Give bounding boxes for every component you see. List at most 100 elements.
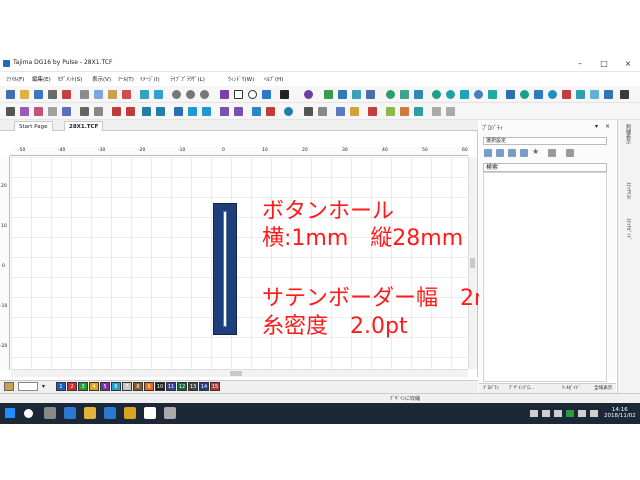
arrange-icon[interactable] (62, 107, 71, 116)
color-swatch-14[interactable]: 14 (199, 382, 209, 391)
text-a-icon[interactable] (112, 107, 121, 116)
text-b-icon[interactable] (126, 107, 135, 116)
check-box-icon[interactable] (590, 90, 599, 99)
undo-icon[interactable] (172, 90, 181, 99)
alphabetical-icon[interactable] (496, 149, 504, 157)
close-panel-icon[interactable]: × (605, 123, 610, 130)
grid-icon[interactable] (338, 90, 347, 99)
steps-icon[interactable] (80, 107, 89, 116)
dropdown-arrow-icon[interactable]: ▾ (42, 383, 45, 390)
menu-help[interactable]: ﾍﾙﾌﾟ(H) (264, 75, 283, 83)
save-icon[interactable] (34, 90, 43, 99)
sun-icon[interactable] (350, 107, 359, 116)
tab-start-page[interactable]: Start Page (14, 121, 53, 131)
heart-icon[interactable] (562, 90, 571, 99)
grid-view-icon[interactable] (520, 149, 528, 157)
dots-icon[interactable] (386, 90, 395, 99)
edge-browser-icon[interactable] (64, 407, 76, 419)
redo-icon[interactable] (186, 90, 195, 99)
color-swatch-3[interactable]: 3 (78, 382, 88, 391)
properties-page-icon[interactable] (548, 149, 556, 157)
search-icon[interactable] (24, 409, 33, 418)
side-tab-stitch-list[interactable]: ｽﾃｯﾁﾘｽﾄ (625, 182, 632, 200)
list-icon[interactable] (508, 149, 516, 157)
cluster-icon[interactable] (400, 90, 409, 99)
palette-icon[interactable] (4, 382, 14, 391)
tab-tool-guide[interactable]: ﾂｰﾙｶﾞｲﾄﾞ (562, 385, 580, 391)
zoom-icon[interactable] (304, 107, 313, 116)
tajima-app-icon[interactable] (144, 407, 156, 419)
current-color-box[interactable] (18, 382, 38, 391)
pen-icon[interactable] (220, 90, 229, 99)
delete-icon[interactable] (122, 90, 131, 99)
rectangle-icon[interactable] (234, 90, 243, 99)
preview-icon[interactable] (62, 90, 71, 99)
satin-icon[interactable] (188, 107, 197, 116)
tab-properties[interactable]: ﾌﾟﾛﾊﾟﾃｨ (483, 385, 499, 391)
color-swatch-8[interactable]: 8 (133, 382, 143, 391)
gem-icon[interactable] (432, 90, 441, 99)
disabled-tool-2-icon[interactable] (446, 107, 455, 116)
tray-icon[interactable] (542, 410, 550, 417)
merge-icon[interactable] (94, 107, 103, 116)
warning-icon[interactable] (266, 107, 275, 116)
color-swatch-9[interactable]: 9 (144, 382, 154, 391)
cap-icon[interactable] (576, 90, 585, 99)
wave-icon[interactable] (156, 107, 165, 116)
export-icon[interactable] (604, 90, 613, 99)
fill-icon[interactable] (366, 90, 375, 99)
menu-edit[interactable]: 編集(E) (32, 75, 51, 83)
volume-icon[interactable] (590, 410, 598, 417)
mail-icon[interactable] (124, 407, 136, 419)
tray-icon[interactable] (554, 410, 562, 417)
curve-icon[interactable] (234, 107, 243, 116)
network-icon[interactable] (578, 410, 586, 417)
export-stitch-icon[interactable] (414, 107, 423, 116)
store-icon[interactable] (104, 407, 116, 419)
color-swatch-1[interactable]: 1 (56, 382, 66, 391)
side-tab-stitch-guide[interactable]: ｽﾃｯﾁｶﾞｲﾄﾞ (625, 218, 632, 241)
align-icon[interactable] (48, 107, 57, 116)
file-explorer-icon[interactable] (84, 407, 96, 419)
maximize-button[interactable]: □ (592, 56, 616, 71)
open-folder-icon[interactable] (20, 90, 29, 99)
tray-icon[interactable] (530, 410, 538, 417)
color-swatch-12[interactable]: 12 (177, 382, 187, 391)
app-icon[interactable] (164, 407, 176, 419)
disabled-tool-icon[interactable] (432, 107, 441, 116)
tab-full-view[interactable]: 全域表示 (594, 385, 612, 391)
palette-icon[interactable] (386, 107, 395, 116)
print-icon[interactable] (48, 90, 57, 99)
color-swatch-11[interactable]: 11 (166, 382, 176, 391)
hash-icon[interactable] (414, 90, 423, 99)
cut-icon[interactable] (80, 90, 89, 99)
side-tab-embroidery-view[interactable]: 刺繍表示 (625, 124, 632, 144)
events-icon[interactable] (566, 149, 574, 157)
pointer-tool-icon[interactable] (20, 107, 29, 116)
menu-file[interactable]: ﾌｧｲﾙ(F) (6, 75, 24, 83)
circle-icon[interactable] (248, 90, 257, 99)
color-swatch-10[interactable]: 10 (155, 382, 165, 391)
close-button[interactable]: × (616, 56, 640, 71)
windows-start-icon[interactable] (5, 408, 15, 418)
measure-icon[interactable] (336, 107, 345, 116)
text-icon[interactable] (280, 90, 289, 99)
stitch-icon[interactable] (324, 90, 333, 99)
swirl-icon[interactable] (446, 90, 455, 99)
color-swatch-5[interactable]: 5 (100, 382, 110, 391)
categorized-icon[interactable] (484, 149, 492, 157)
tab-28x1-tcf[interactable]: 28X1.TCF (64, 121, 104, 131)
selection-dropdown[interactable]: 選択設定 (483, 137, 607, 145)
color-swatch-7[interactable]: 7 (122, 382, 132, 391)
color-swatch-2[interactable]: 2 (67, 382, 77, 391)
pattern-icon[interactable] (352, 90, 361, 99)
menu-live-browser[interactable]: ﾗｲﾌﾞﾌﾞﾗｳｻﾞ(L) (170, 75, 205, 83)
menu-image[interactable]: ｲﾒｰｼﾞ(I) (140, 75, 160, 83)
tab-design-pro[interactable]: ﾃﾞｻﾞｲﾝﾌﾟﾛ... (509, 385, 534, 391)
color-swatch-15[interactable]: 15 (210, 382, 220, 391)
monogram-icon[interactable] (488, 90, 497, 99)
menu-view[interactable]: 表示(V) (92, 75, 111, 83)
menu-segment[interactable]: ｾｸﾞﾒﾝﾄ(S) (58, 75, 82, 83)
chain-icon[interactable] (506, 90, 515, 99)
copy-icon[interactable] (94, 90, 103, 99)
